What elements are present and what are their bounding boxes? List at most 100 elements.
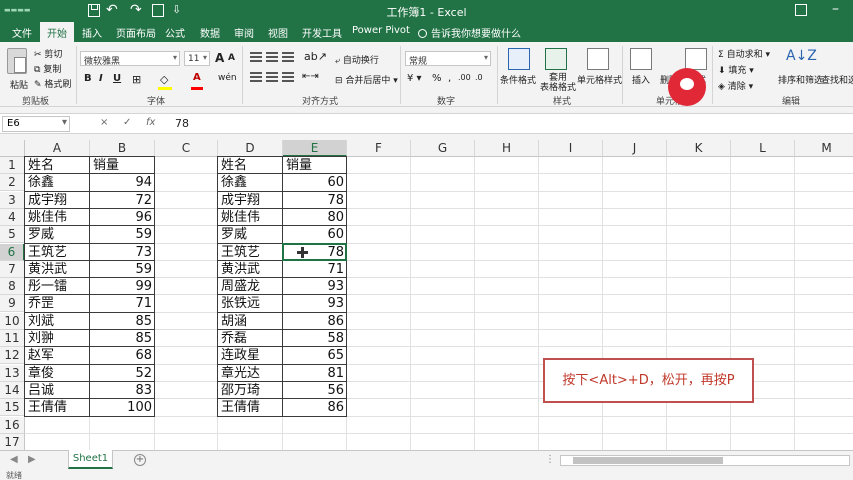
cell-name[interactable]: 乔磊 (218, 330, 283, 347)
cell-sales[interactable]: 59 (90, 226, 155, 243)
cell-sales[interactable]: 73 (90, 244, 155, 261)
cell-name[interactable]: 成宇翔 (218, 192, 283, 209)
currency-icon[interactable]: ¥ ▾ (407, 73, 422, 84)
header-cell-name[interactable]: 姓名 (218, 157, 283, 174)
row-header[interactable]: 14 (0, 381, 25, 399)
split-handle-icon[interactable]: ⋮ (545, 454, 555, 465)
tab-view[interactable]: 视图 (268, 25, 288, 40)
cell-sales[interactable]: 81 (283, 365, 347, 382)
select-all-corner[interactable] (0, 140, 25, 157)
fill-button[interactable]: ⬇ 填充 ▾ (718, 63, 754, 76)
align-bottom-icon[interactable] (282, 52, 294, 62)
cell-sales[interactable]: 94 (90, 174, 155, 191)
font-name-select[interactable]: 微软雅黑 (80, 51, 180, 67)
cell-name[interactable]: 刘翀 (25, 330, 90, 347)
align-left-icon[interactable] (250, 72, 262, 82)
cell-sales[interactable]: 58 (283, 330, 347, 347)
row-header[interactable]: 11 (0, 330, 25, 347)
column-header-l[interactable]: L (731, 140, 795, 157)
cell-sales[interactable]: 96 (90, 209, 155, 226)
cell-name[interactable]: 姚佳伟 (218, 209, 283, 226)
copy-button[interactable]: ⧉ 复制 (34, 62, 61, 75)
cell-sales[interactable]: 71 (90, 295, 155, 312)
column-header-f[interactable]: F (347, 140, 411, 157)
tell-me-search[interactable]: 告诉我你想要做什么 (418, 25, 521, 40)
add-sheet-icon[interactable]: + (134, 454, 146, 466)
paste-button[interactable]: 粘贴 (10, 78, 28, 91)
row-header[interactable]: 10 (0, 312, 25, 330)
align-top-icon[interactable] (250, 52, 262, 62)
row-header[interactable]: 15 (0, 399, 25, 417)
cell-name[interactable]: 王倩倩 (218, 399, 283, 416)
column-header-c[interactable]: C (155, 140, 218, 157)
percent-icon[interactable]: % (432, 73, 442, 84)
column-header-e[interactable]: E (283, 140, 347, 157)
wrap-text-button[interactable]: ⤶ 自动换行 (335, 53, 379, 66)
cell-name[interactable]: 张铁远 (218, 295, 283, 312)
decrease-decimal-icon[interactable]: .0 (475, 73, 483, 82)
ribbon-display-options-icon[interactable] (795, 4, 807, 16)
indent-icon[interactable]: ⇤⇥ (302, 71, 319, 82)
cell-name[interactable]: 王倩倩 (25, 399, 90, 416)
cell-name[interactable]: 王筑艺 (25, 244, 90, 261)
sheet-tab-sheet1[interactable]: Sheet1 (68, 450, 113, 469)
cell-sales[interactable]: 93 (283, 295, 347, 312)
cell-sales[interactable]: 65 (283, 347, 347, 364)
cell-name[interactable]: 成宇翔 (25, 192, 90, 209)
column-header-a[interactable]: A (25, 140, 90, 157)
tab-review[interactable]: 审阅 (234, 25, 254, 40)
cell-name[interactable]: 赵军 (25, 347, 90, 364)
cell-sales[interactable]: 56 (283, 382, 347, 399)
column-header-m[interactable]: M (795, 140, 853, 157)
name-box-dropdown-icon[interactable]: ▾ (62, 117, 67, 128)
row-header[interactable]: 9 (0, 295, 25, 313)
align-right-icon[interactable] (282, 72, 294, 82)
name-box[interactable]: E6 (2, 116, 70, 132)
find-select-button[interactable]: 查找和选择 (821, 73, 853, 86)
cell-name[interactable]: 彤一镭 (25, 278, 90, 295)
enter-icon[interactable]: ✓ (123, 117, 131, 128)
orientation-icon[interactable]: ab↗ (304, 50, 327, 63)
insert-cells-button[interactable]: 插入 (632, 73, 650, 86)
font-color-button[interactable]: A (193, 72, 201, 83)
row-header[interactable]: 1 (0, 157, 25, 174)
cell-sales[interactable]: 52 (90, 365, 155, 382)
column-header-k[interactable]: K (667, 140, 731, 157)
cell-sales[interactable]: 100 (90, 399, 155, 416)
row-header[interactable]: 12 (0, 347, 25, 365)
cell-sales[interactable]: 60 (283, 174, 347, 191)
prev-sheet-icon[interactable]: ◀ (10, 454, 18, 465)
row-header[interactable]: 3 (0, 191, 25, 209)
cell-sales[interactable]: 83 (90, 382, 155, 399)
column-header-j[interactable]: J (603, 140, 667, 157)
header-cell-sales[interactable]: 销量 (283, 157, 347, 174)
next-sheet-icon[interactable]: ▶ (28, 454, 36, 465)
tab-file[interactable]: 文件 (12, 25, 32, 40)
cell-sales[interactable]: 60 (283, 226, 347, 243)
formula-input[interactable]: 78 (175, 117, 189, 130)
active-cell-e6[interactable] (282, 242, 347, 261)
cell-name[interactable]: 罗威 (218, 226, 283, 243)
align-center-icon[interactable] (266, 72, 278, 82)
cell-name[interactable]: 刘斌 (25, 313, 90, 330)
cell-sales[interactable]: 72 (90, 192, 155, 209)
cell-sales[interactable]: 80 (283, 209, 347, 226)
cell-sales[interactable]: 93 (283, 278, 347, 295)
decrease-font-button[interactable]: A (228, 53, 235, 63)
font-size-select[interactable]: 11 (184, 51, 210, 66)
cell-name[interactable]: 章俊 (25, 365, 90, 382)
clear-button[interactable]: ◈ 清除 ▾ (718, 79, 753, 92)
cell-name[interactable]: 王筑艺 (218, 244, 283, 261)
header-cell-name[interactable]: 姓名 (25, 157, 90, 174)
fill-color-icon[interactable]: ◇ (160, 73, 168, 86)
tab-power-pivot[interactable]: Power Pivot (352, 25, 410, 36)
italic-button[interactable]: I (99, 73, 103, 84)
cell-name[interactable]: 胡涵 (218, 313, 283, 330)
row-header[interactable]: 6 (0, 243, 25, 261)
cell-sales[interactable]: 99 (90, 278, 155, 295)
format-as-table-button[interactable]: 套用 表格格式 (540, 73, 576, 93)
tab-data[interactable]: 数据 (200, 25, 220, 40)
cell-name[interactable]: 徐鑫 (25, 174, 90, 191)
format-painter-button[interactable]: ✎ 格式刷 (34, 77, 71, 90)
cell-name[interactable]: 乔罡 (25, 295, 90, 312)
